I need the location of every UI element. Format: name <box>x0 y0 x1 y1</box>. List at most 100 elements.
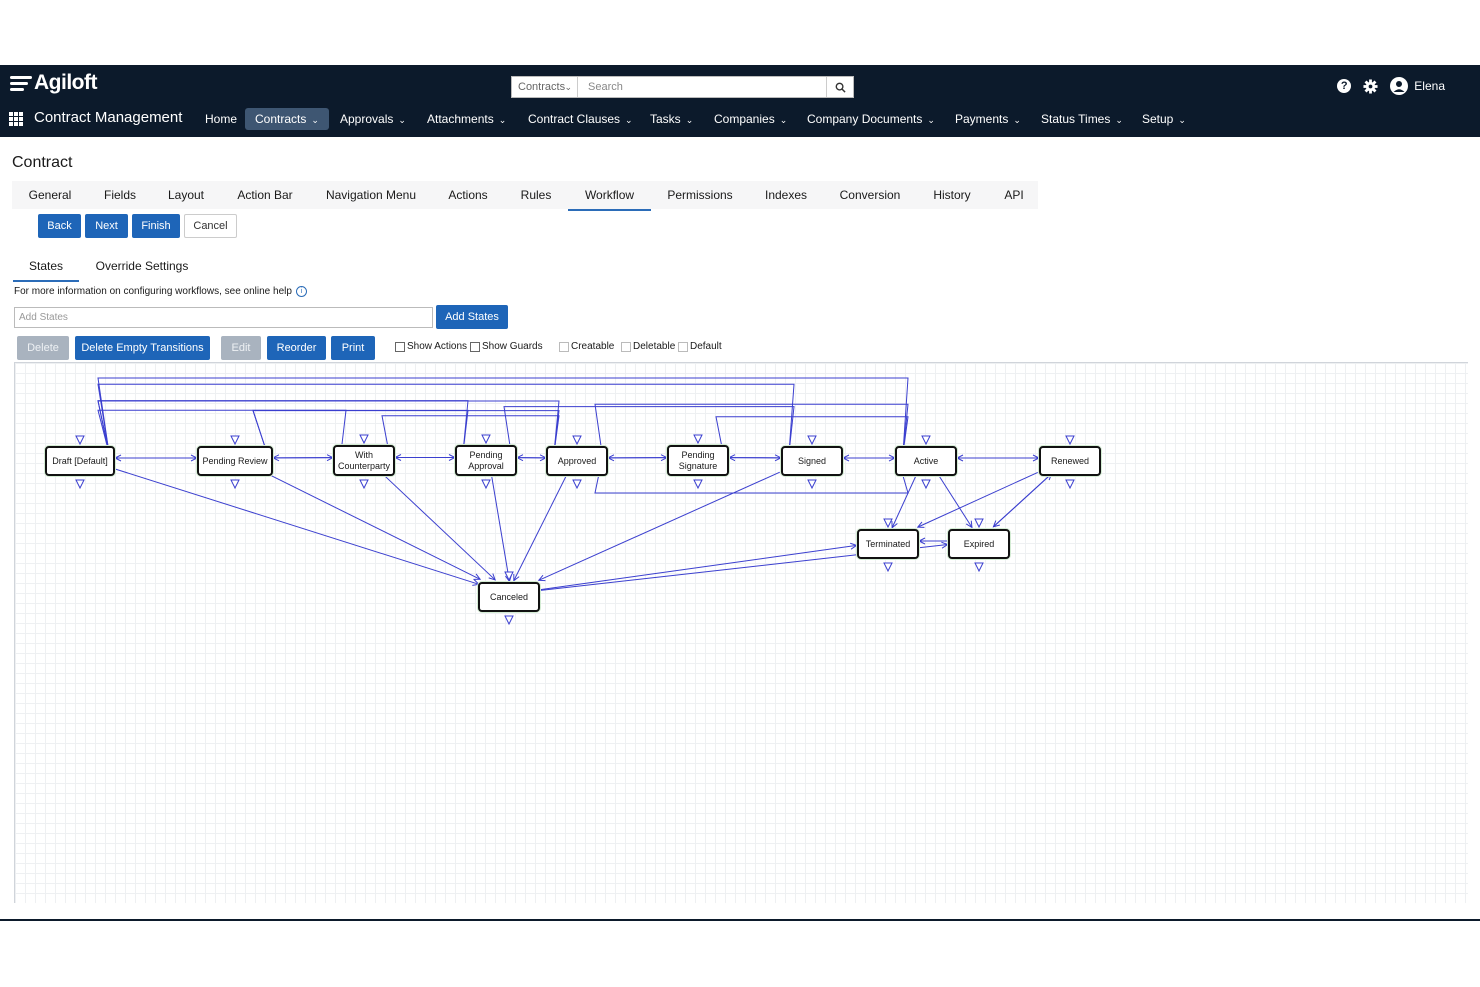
nav-status-times[interactable]: Status Times ⌄ <box>1031 108 1133 130</box>
state-pending-signature[interactable]: Pending Signature <box>667 445 729 476</box>
state-signed-bottom-marker-icon <box>807 479 817 490</box>
tab-actions[interactable]: Actions <box>438 181 498 209</box>
transition-active-to-terminated[interactable] <box>891 474 917 528</box>
state-pending-approval[interactable]: Pending Approval <box>455 445 517 476</box>
tab-conversion[interactable]: Conversion <box>832 181 908 209</box>
logo-text: Agiloft <box>34 71 97 94</box>
print-button[interactable]: Print <box>331 336 375 360</box>
workflow-canvas[interactable]: Draft [Default] Pending Review With Coun… <box>14 362 1468 903</box>
nav-company-documents[interactable]: Company Documents ⌄ <box>797 108 945 130</box>
transition-review-to-canceled[interactable] <box>266 472 481 580</box>
user-menu[interactable]: Elena <box>1390 77 1445 95</box>
tab-workflow[interactable]: Workflow <box>568 181 651 211</box>
state-draft-top-marker-icon <box>75 435 85 446</box>
transition-active-to-expired[interactable] <box>937 474 973 528</box>
info-icon[interactable]: i <box>295 286 307 297</box>
table-setup-tabs: General Fields Layout Action Bar Navigat… <box>12 181 1038 211</box>
next-button[interactable]: Next <box>85 214 128 238</box>
tab-indexes[interactable]: Indexes <box>754 181 818 209</box>
agiloft-logo[interactable]: Agiloft <box>10 71 97 95</box>
search-input[interactable]: Search <box>578 81 826 93</box>
state-canceled[interactable]: Canceled <box>478 582 540 612</box>
transition-active-to-approved[interactable] <box>594 468 909 494</box>
nav-approvals[interactable]: Approvals ⌄ <box>330 108 416 130</box>
state-signature-bottom-marker-icon <box>693 479 703 490</box>
transition-approved-to-active[interactable] <box>594 403 909 454</box>
finish-button[interactable]: Finish <box>132 214 180 238</box>
tab-fields[interactable]: Fields <box>92 181 148 209</box>
nav-contracts[interactable]: Contracts ⌄ <box>245 108 329 130</box>
state-review-bottom-marker-icon <box>230 479 240 490</box>
default-checkbox[interactable]: Default <box>678 341 722 352</box>
search-scope-select[interactable]: Contracts ⌄ <box>512 77 578 97</box>
add-states-button[interactable]: Add States <box>436 305 508 329</box>
help-icon[interactable]: ? <box>1337 79 1352 93</box>
subtab-states[interactable]: States <box>13 252 79 282</box>
nav-attachments[interactable]: Attachments ⌄ <box>417 108 516 130</box>
add-states-input[interactable]: Add States <box>14 307 433 328</box>
show-guards-checkbox[interactable]: Show Guards <box>470 341 543 352</box>
chevron-down-icon: ⌄ <box>625 115 633 125</box>
tab-layout[interactable]: Layout <box>158 181 214 209</box>
search-button[interactable] <box>826 77 853 97</box>
transition-approved-to-canceled[interactable] <box>513 474 568 581</box>
state-canceled-top-marker-icon <box>504 571 514 582</box>
state-expired-bottom-marker-icon <box>974 562 984 573</box>
state-approved[interactable]: Approved <box>546 446 608 476</box>
tab-rules[interactable]: Rules <box>512 181 560 209</box>
transition-expired-to-renewed[interactable] <box>993 473 1052 528</box>
transition-counterparty-to-canceled[interactable] <box>382 473 496 581</box>
nav-payments[interactable]: Payments ⌄ <box>945 108 1031 130</box>
tab-permissions[interactable]: Permissions <box>660 181 740 209</box>
chevron-down-icon: ⌄ <box>779 115 788 125</box>
transition-signed-to-canceled[interactable] <box>538 471 780 581</box>
deletable-checkbox[interactable]: Deletable <box>621 341 675 352</box>
subtab-override-settings[interactable]: Override Settings <box>90 252 194 280</box>
tab-action-bar[interactable]: Action Bar <box>226 181 304 209</box>
state-active[interactable]: Active <box>895 446 957 476</box>
nav-tasks[interactable]: Tasks ⌄ <box>640 108 703 130</box>
tab-history[interactable]: History <box>924 181 980 209</box>
nav-companies[interactable]: Companies ⌄ <box>704 108 797 130</box>
state-draft[interactable]: Draft [Default] <box>45 446 115 476</box>
state-terminated-top-marker-icon <box>883 518 893 529</box>
transition-approval-to-canceled[interactable] <box>491 475 510 582</box>
tab-navigation-menu[interactable]: Navigation Menu <box>318 181 424 209</box>
transition-active-to-expired-arrow-icon <box>965 520 973 529</box>
state-with-counterparty[interactable]: With Counterparty <box>333 445 395 476</box>
state-signature-top-marker-icon <box>693 434 703 445</box>
nav-setup[interactable]: Setup ⌄ <box>1132 108 1196 130</box>
cancel-button[interactable]: Cancel <box>184 214 237 238</box>
state-renewed[interactable]: Renewed <box>1039 446 1101 476</box>
user-name: Elena <box>1414 79 1445 93</box>
tab-general[interactable]: General <box>16 181 84 209</box>
state-renewed-top-marker-icon <box>1065 435 1075 446</box>
state-terminated[interactable]: Terminated <box>857 529 919 559</box>
tab-api[interactable]: API <box>994 181 1034 209</box>
back-button[interactable]: Back <box>38 214 81 238</box>
delete-empty-transitions-button[interactable]: Delete Empty Transitions <box>75 336 210 360</box>
gear-icon[interactable] <box>1363 78 1378 94</box>
state-draft-bottom-marker-icon <box>75 479 85 490</box>
nav-home[interactable]: Home <box>195 108 247 130</box>
chevron-down-icon: ⌄ <box>1115 115 1123 125</box>
apps-grid-icon[interactable] <box>9 112 23 126</box>
state-active-top-marker-icon <box>921 435 931 446</box>
edit-button[interactable]: Edit <box>221 336 261 360</box>
state-approval-bottom-marker-icon <box>481 479 491 490</box>
chevron-down-icon: ⌄ <box>311 115 319 125</box>
show-actions-checkbox[interactable]: Show Actions <box>395 341 467 352</box>
creatable-checkbox[interactable]: Creatable <box>559 341 614 352</box>
state-signed[interactable]: Signed <box>781 446 843 476</box>
delete-button[interactable]: Delete <box>17 336 69 360</box>
reorder-button[interactable]: Reorder <box>267 336 326 360</box>
nav-contract-clauses[interactable]: Contract Clauses ⌄ <box>518 108 643 130</box>
state-pending-review[interactable]: Pending Review <box>197 446 273 476</box>
state-review-top-marker-icon <box>230 435 240 446</box>
transition-draft-to-signed[interactable] <box>97 383 795 454</box>
transition-draft-to-canceled[interactable] <box>115 468 480 585</box>
page-title: Contract <box>12 154 73 171</box>
transition-canceled-to-terminated[interactable] <box>539 544 857 591</box>
transition-draft-to-approval[interactable] <box>97 400 469 454</box>
state-expired[interactable]: Expired <box>948 529 1010 559</box>
